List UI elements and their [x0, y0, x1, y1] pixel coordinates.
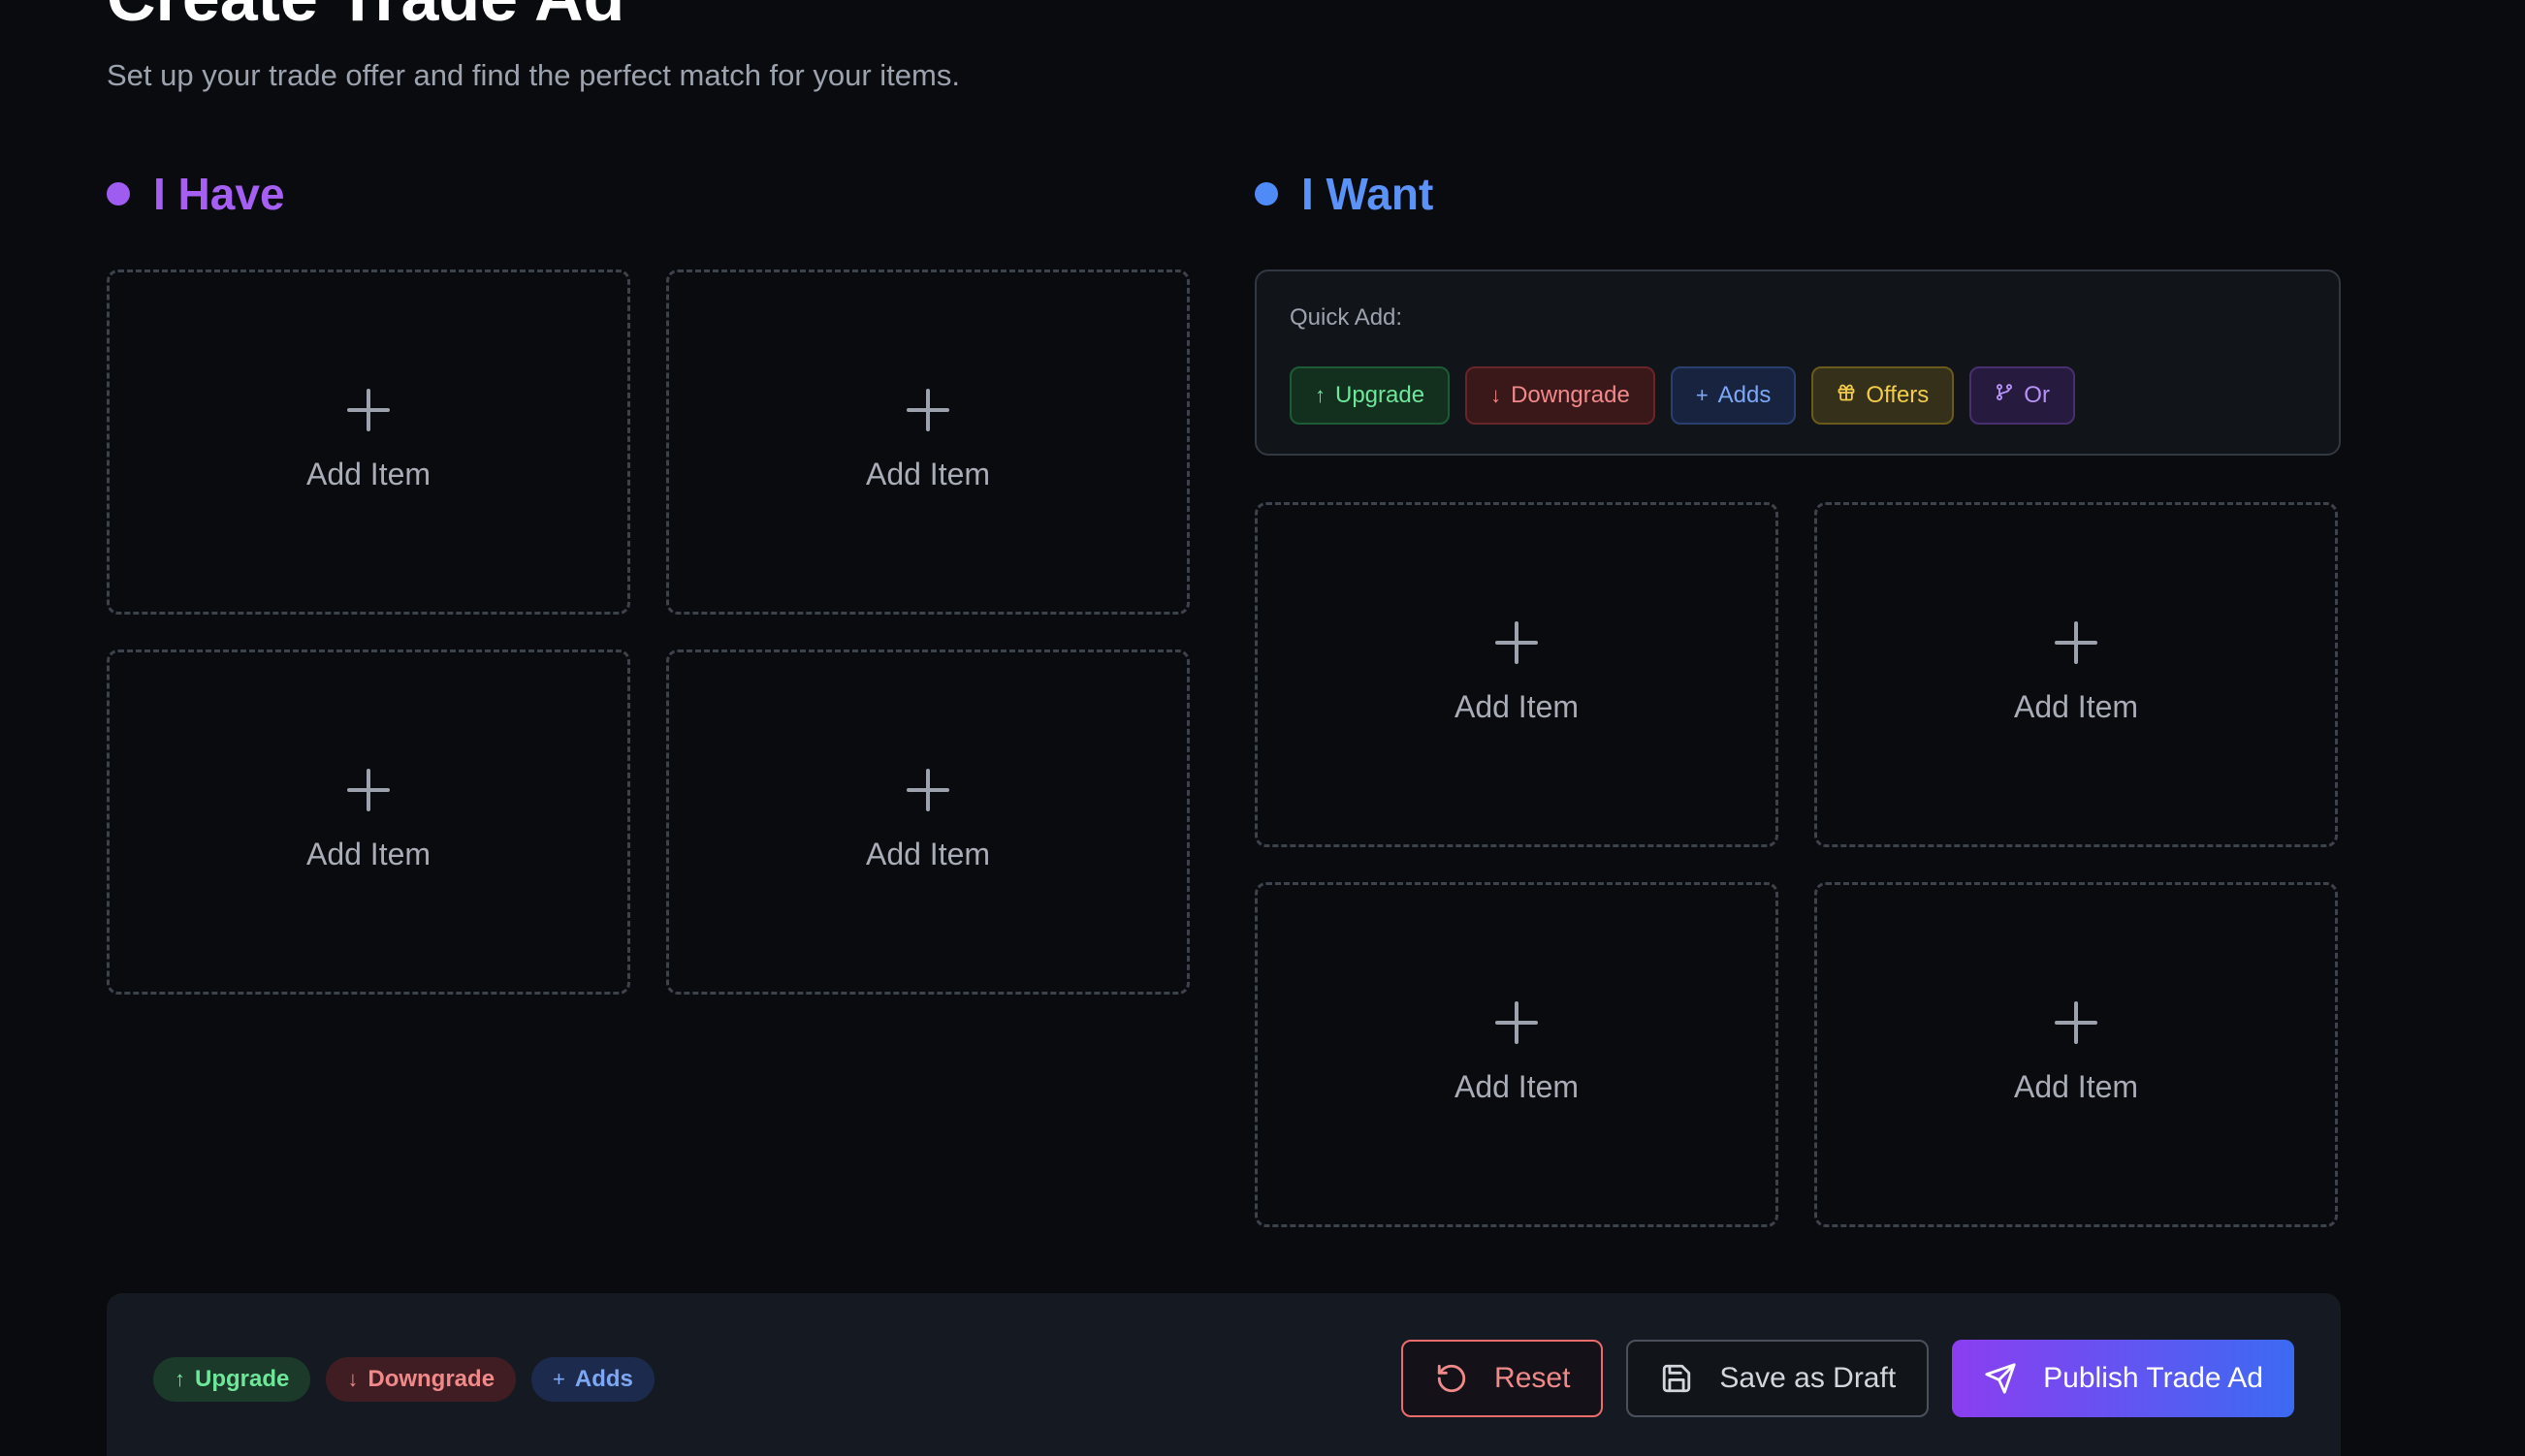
create-trade-ad-page: Create Trade Ad Set up your trade offer … [0, 0, 2525, 1456]
quick-add-label: Quick Add: [1290, 304, 1403, 331]
quick-add-chips: ↑ Upgrade ↓ Downgrade + Adds Offers Or [1290, 366, 2075, 425]
quick-add-offers-button[interactable]: Offers [1811, 366, 1955, 425]
rotate-ccw-icon [1434, 1361, 1469, 1396]
add-item-label: Add Item [2013, 1068, 2139, 1104]
have-section-heading: I Have [107, 165, 285, 223]
tag-label: Downgrade [368, 1366, 495, 1392]
plus-icon [1495, 1000, 1538, 1044]
tag-label: Upgrade [195, 1366, 290, 1392]
add-item-label: Add Item [865, 836, 991, 871]
have-add-item-slot-1[interactable]: Add Item [107, 269, 630, 615]
publish-trade-ad-button[interactable]: Publish Trade Ad [1952, 1340, 2294, 1417]
want-section-heading: I Want [1255, 165, 1433, 223]
quick-add-adds-button[interactable]: + Adds [1670, 366, 1797, 425]
plus-icon [907, 388, 949, 431]
plus-icon [2055, 1000, 2097, 1044]
have-heading-label: I Have [153, 169, 285, 219]
page-subtitle: Set up your trade offer and find the per… [107, 58, 960, 92]
chip-label: Upgrade [1335, 382, 1425, 408]
add-item-label: Add Item [305, 836, 431, 871]
arrow-up-icon: ↑ [1315, 383, 1326, 407]
want-add-item-slot-4[interactable]: Add Item [1814, 882, 2338, 1227]
page-title: Create Trade Ad [107, 0, 624, 31]
plus-icon [1495, 620, 1538, 664]
plus-icon [347, 388, 390, 431]
save-icon [1659, 1361, 1694, 1396]
add-item-label: Add Item [305, 456, 431, 491]
arrow-down-icon: ↓ [1490, 383, 1502, 407]
footer-actions: Reset Save as Draft Publish Trade Ad [1401, 1340, 2294, 1417]
quick-add-downgrade-button[interactable]: ↓ Downgrade [1465, 366, 1655, 425]
have-add-item-slot-4[interactable]: Add Item [666, 649, 1190, 995]
chip-label: Offers [1866, 382, 1930, 408]
want-add-item-slot-1[interactable]: Add Item [1255, 502, 1778, 847]
quick-add-upgrade-button[interactable]: ↑ Upgrade [1290, 366, 1451, 425]
tag-label: Adds [574, 1366, 633, 1392]
reset-label: Reset [1494, 1362, 1571, 1394]
branch-icon [1995, 383, 2014, 408]
want-heading-label: I Want [1301, 169, 1434, 219]
footer-action-bar: ↑ Upgrade ↓ Downgrade + Adds Reset Save … [107, 1293, 2341, 1456]
want-add-item-slot-2[interactable]: Add Item [1814, 502, 2338, 847]
quick-add-panel: Quick Add: ↑ Upgrade ↓ Downgrade + Adds … [1255, 269, 2341, 456]
plus-icon: + [1695, 383, 1709, 407]
have-dot-icon [107, 182, 130, 206]
want-dot-icon [1255, 182, 1278, 206]
arrow-up-icon: ↑ [175, 1367, 185, 1391]
chip-label: Adds [1717, 382, 1772, 408]
want-add-item-slot-3[interactable]: Add Item [1255, 882, 1778, 1227]
chip-label: Downgrade [1511, 382, 1630, 408]
plus-icon [347, 768, 390, 811]
save-draft-button[interactable]: Save as Draft [1626, 1340, 1930, 1417]
tag-upgrade: ↑ Upgrade [153, 1357, 311, 1402]
tag-adds: + Adds [531, 1357, 655, 1402]
reset-button[interactable]: Reset [1401, 1340, 1604, 1417]
quick-add-or-button[interactable]: Or [1969, 366, 2075, 425]
add-item-label: Add Item [1454, 688, 1580, 724]
plus-icon [2055, 620, 2097, 664]
publish-label: Publish Trade Ad [2043, 1362, 2263, 1394]
arrow-down-icon: ↓ [347, 1367, 359, 1391]
gift-icon [1837, 383, 1856, 408]
send-icon [1983, 1361, 2018, 1396]
trade-tags: ↑ Upgrade ↓ Downgrade + Adds [153, 1357, 655, 1402]
have-add-item-slot-3[interactable]: Add Item [107, 649, 630, 995]
save-draft-label: Save as Draft [1719, 1362, 1897, 1394]
plus-icon [907, 768, 949, 811]
chip-label: Or [2024, 382, 2050, 408]
add-item-label: Add Item [2013, 688, 2139, 724]
have-add-item-slot-2[interactable]: Add Item [666, 269, 1190, 615]
plus-icon: + [553, 1367, 565, 1391]
add-item-label: Add Item [1454, 1068, 1580, 1104]
tag-downgrade: ↓ Downgrade [326, 1357, 517, 1402]
add-item-label: Add Item [865, 456, 991, 491]
